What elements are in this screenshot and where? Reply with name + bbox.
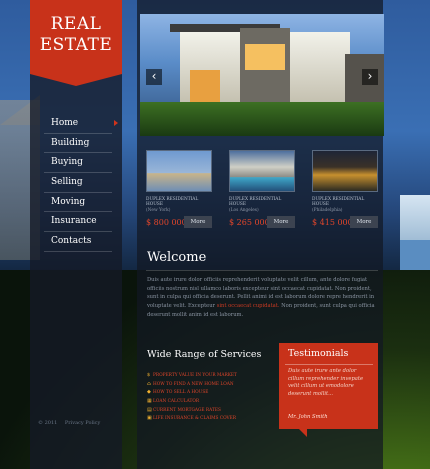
service-item[interactable]: ◆ How to sell a house — [147, 388, 237, 397]
chevron-right-icon: › — [367, 69, 373, 83]
nav-item-moving[interactable]: Moving — [44, 193, 112, 213]
service-label: How to sell a house — [153, 390, 209, 396]
welcome-text: Duis aute irure dolor officiis reprehend… — [147, 276, 377, 320]
listing-price: $ 415 000 — [312, 218, 353, 227]
logo-text[interactable]: REAL ESTATE — [30, 14, 122, 56]
slider-prev-button[interactable]: ‹ — [146, 69, 162, 85]
speech-bubble-tail — [299, 429, 307, 437]
footer: © 2011 Privacy Policy — [38, 420, 106, 426]
service-item[interactable]: $ Property value in your market — [147, 371, 237, 380]
listing-card: Duplex residential house (Los Angeles) $… — [229, 150, 295, 228]
listing-more-button[interactable]: More — [184, 216, 212, 228]
logo-line-1: REAL — [50, 14, 102, 34]
listing-location: (Los Angeles) — [229, 208, 259, 213]
nav-item-label: Selling — [51, 177, 83, 188]
listing-card: Duplex residential house (New York) $ 80… — [146, 150, 212, 228]
listing-card: Duplex residential house (Philadelphia) … — [312, 150, 378, 228]
hero-image-garden — [140, 102, 384, 136]
nav-item-label: Insurance — [51, 216, 97, 227]
listing-price: $ 265 000 — [229, 218, 270, 227]
hero-image-window — [245, 44, 285, 70]
listing-photo[interactable] — [229, 150, 295, 192]
nav-item-label: Moving — [51, 196, 86, 207]
divider — [146, 270, 378, 271]
copyright: © 2011 — [38, 420, 58, 426]
background-pool — [400, 240, 430, 270]
service-label: Current mortgage rates — [153, 407, 221, 413]
welcome-heading: Welcome — [147, 250, 207, 265]
nav-item-contacts[interactable]: Contacts — [44, 232, 112, 252]
services-list: $ Property value in your market ⌂ How to f… — [147, 371, 237, 423]
listing-more-button[interactable]: More — [267, 216, 295, 228]
welcome-link[interactable]: sint occaecat cupidatat. — [217, 303, 280, 309]
service-label: How to find a new home loan — [153, 381, 234, 387]
slider-next-button[interactable]: › — [362, 69, 378, 85]
service-item[interactable]: ▣Life insurance & claims cover — [147, 414, 237, 423]
main-nav: Home Building Buying Selling Moving Insu… — [44, 114, 118, 252]
logo-ribbon-tip — [30, 74, 122, 86]
nav-item-label: Buying — [51, 157, 83, 168]
listing-location: (Philadelphia) — [312, 208, 343, 213]
listing-photo[interactable] — [146, 150, 212, 192]
service-item[interactable]: ▦Loan calculator — [147, 397, 237, 406]
service-item[interactable]: ⌂ How to find a new home loan — [147, 380, 237, 389]
logo-line-2: ESTATE — [39, 35, 113, 55]
testimonial-author: Mr. John Smith — [288, 414, 328, 420]
listing-more-button[interactable]: More — [350, 216, 378, 228]
listing-title[interactable]: Duplex residential house — [312, 197, 378, 207]
nav-item-home[interactable]: Home — [44, 114, 118, 134]
hero-slider: ‹ › — [140, 14, 384, 136]
listing-title[interactable]: Duplex residential house — [146, 197, 212, 207]
listing-title[interactable]: Duplex residential house — [229, 197, 295, 207]
service-item[interactable]: ▤Current mortgage rates — [147, 406, 237, 415]
nav-item-building[interactable]: Building — [44, 134, 112, 154]
testimonials-heading: Testimonials — [288, 348, 349, 359]
nav-item-label: Building — [51, 137, 90, 148]
nav-item-label: Home — [51, 118, 79, 128]
nav-item-insurance[interactable]: Insurance — [44, 212, 112, 233]
listing-price: $ 800 000 — [146, 218, 187, 227]
service-label: Loan calculator — [153, 399, 200, 405]
service-label: Life insurance & claims cover — [153, 416, 236, 422]
listing-photo[interactable] — [312, 150, 378, 192]
nav-item-buying[interactable]: Buying — [44, 153, 112, 174]
nav-item-label: Contacts — [51, 236, 92, 247]
active-arrow-icon — [114, 120, 118, 126]
divider — [285, 364, 373, 365]
testimonial-quote: Duis aute irure ante dolor cillum repreh… — [288, 368, 364, 398]
chevron-left-icon: ‹ — [151, 69, 157, 83]
services-heading: Wide Range of Services — [147, 349, 262, 360]
service-label: Property value in your market — [153, 373, 237, 378]
listing-location: (New York) — [146, 208, 171, 213]
privacy-link[interactable]: Privacy Policy — [65, 420, 100, 426]
nav-item-selling[interactable]: Selling — [44, 173, 112, 193]
